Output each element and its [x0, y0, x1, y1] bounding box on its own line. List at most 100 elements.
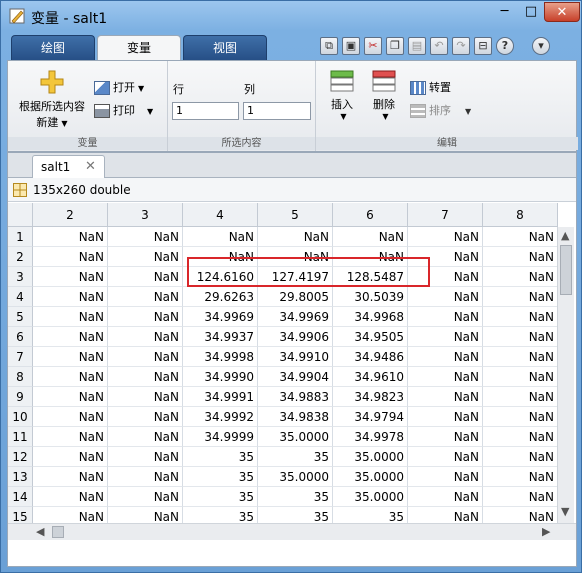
grid-cell[interactable]: NaN	[483, 427, 558, 447]
grid-cell[interactable]: NaN	[33, 347, 108, 367]
grid-cell[interactable]: 35	[183, 447, 258, 467]
grid-cell[interactable]: 35	[258, 447, 333, 467]
column-header[interactable]: 2	[33, 203, 108, 227]
row-header[interactable]: 5	[8, 307, 33, 327]
tab-plots[interactable]: 绘图	[11, 35, 95, 60]
scroll-right-icon[interactable]: ▶	[542, 525, 550, 538]
row-header[interactable]: 14	[8, 487, 33, 507]
grid-cell[interactable]: 34.9968	[333, 307, 408, 327]
grid-cell[interactable]: 34.9486	[333, 347, 408, 367]
grid-cell[interactable]: NaN	[408, 387, 483, 407]
grid-cell[interactable]: 35	[333, 507, 408, 523]
horizontal-scroll-thumb[interactable]	[52, 526, 64, 538]
grid-cell[interactable]: NaN	[483, 487, 558, 507]
grid-cell[interactable]: NaN	[108, 367, 183, 387]
grid-cell[interactable]: 34.9992	[183, 407, 258, 427]
grid-cell[interactable]: NaN	[408, 287, 483, 307]
grid-cell[interactable]: 35.0000	[333, 487, 408, 507]
grid-cell[interactable]: NaN	[33, 247, 108, 267]
grid-cell[interactable]: 34.9794	[333, 407, 408, 427]
minimize-button[interactable]: ─	[491, 2, 518, 22]
grid-cell[interactable]: 34.9610	[333, 367, 408, 387]
grid-cell[interactable]: 34.9999	[183, 427, 258, 447]
grid-cell[interactable]: 34.9978	[333, 427, 408, 447]
grid-cell[interactable]: 34.9969	[258, 307, 333, 327]
grid-cell[interactable]: 34.9969	[183, 307, 258, 327]
grid-cell[interactable]: NaN	[483, 507, 558, 523]
save-icon[interactable]: ▣	[342, 37, 360, 55]
grid-cell[interactable]: NaN	[408, 487, 483, 507]
grid-cell[interactable]: 34.9838	[258, 407, 333, 427]
grid-cell[interactable]: NaN	[483, 287, 558, 307]
grid-cell[interactable]: 34.9505	[333, 327, 408, 347]
column-header[interactable]: 6	[333, 203, 408, 227]
grid-cell[interactable]: NaN	[108, 427, 183, 447]
grid-cell[interactable]: NaN	[483, 307, 558, 327]
row-header[interactable]: 13	[8, 467, 33, 487]
grid-cell[interactable]: 34.9991	[183, 387, 258, 407]
column-header[interactable]: 8	[483, 203, 558, 227]
cut-icon[interactable]: ✂	[364, 37, 382, 55]
grid-cell[interactable]: NaN	[33, 367, 108, 387]
grid-cell[interactable]: NaN	[483, 387, 558, 407]
vertical-scroll-thumb[interactable]	[560, 245, 572, 295]
grid-cell[interactable]: 35	[183, 487, 258, 507]
grid-cell[interactable]: NaN	[408, 427, 483, 447]
grid-cell[interactable]: 29.6263	[183, 287, 258, 307]
new-window-icon[interactable]: ⧉	[320, 37, 338, 55]
column-header[interactable]: 5	[258, 203, 333, 227]
tab-variable[interactable]: 变量	[97, 35, 181, 60]
close-button[interactable]: ✕	[544, 2, 580, 22]
grid-cell[interactable]: NaN	[408, 347, 483, 367]
grid-cell[interactable]: NaN	[408, 467, 483, 487]
row-header[interactable]: 15	[8, 507, 33, 523]
grid-cell[interactable]: 34.9910	[258, 347, 333, 367]
open-button[interactable]: 打开 ▼	[94, 79, 144, 97]
grid-cell[interactable]: NaN	[33, 447, 108, 467]
maximize-button[interactable]: □	[518, 2, 544, 22]
transpose-button[interactable]: 转置	[410, 79, 451, 97]
grid-cell[interactable]: NaN	[33, 487, 108, 507]
row-header[interactable]: 8	[8, 367, 33, 387]
grid-cell[interactable]: 35.0000	[333, 467, 408, 487]
grid-cell[interactable]: NaN	[108, 407, 183, 427]
vertical-scrollbar[interactable]: ▲ ▼	[557, 227, 574, 523]
grid-cell[interactable]: NaN	[108, 307, 183, 327]
row-header[interactable]: 11	[8, 427, 33, 447]
row-header[interactable]: 3	[8, 267, 33, 287]
grid-cell[interactable]: NaN	[408, 407, 483, 427]
grid-cell[interactable]: NaN	[108, 267, 183, 287]
column-header[interactable]: 7	[408, 203, 483, 227]
scroll-left-icon[interactable]: ◀	[36, 525, 44, 538]
grid-cell[interactable]: NaN	[108, 227, 183, 247]
grid-cell[interactable]: NaN	[33, 427, 108, 447]
horizontal-scrollbar[interactable]: ◀ ▶	[8, 523, 576, 540]
grid-cell[interactable]: NaN	[483, 447, 558, 467]
grid-cell[interactable]: 34.9883	[258, 387, 333, 407]
grid-cell[interactable]: NaN	[33, 407, 108, 427]
row-header[interactable]: 6	[8, 327, 33, 347]
grid-cell[interactable]: 34.9904	[258, 367, 333, 387]
column-header[interactable]: 3	[108, 203, 183, 227]
row-header[interactable]: 10	[8, 407, 33, 427]
grid-cell[interactable]: NaN	[483, 467, 558, 487]
grid-cell[interactable]: NaN	[33, 307, 108, 327]
ribbon-menu-icon[interactable]: ▾	[532, 37, 550, 55]
grid-cell[interactable]: 34.9937	[183, 327, 258, 347]
new-from-selection-button[interactable]: 根据所选内容 新建 ▼	[12, 69, 92, 130]
grid-cell[interactable]: NaN	[333, 227, 408, 247]
scroll-down-icon[interactable]: ▼	[561, 505, 569, 518]
row-header[interactable]: 7	[8, 347, 33, 367]
grid-cell[interactable]: NaN	[108, 467, 183, 487]
help-icon[interactable]: ?	[496, 37, 514, 55]
document-tab-salt1[interactable]: salt1 ✕	[32, 155, 105, 178]
grid-cell[interactable]: NaN	[483, 267, 558, 287]
row-header[interactable]: 1	[8, 227, 33, 247]
grid-cell[interactable]: NaN	[33, 267, 108, 287]
grid-cell[interactable]: 35	[183, 467, 258, 487]
grid-cell[interactable]: 35	[258, 487, 333, 507]
grid-corner[interactable]	[8, 203, 33, 227]
grid-cell[interactable]: NaN	[483, 407, 558, 427]
copy-icon[interactable]: ❐	[386, 37, 404, 55]
close-tab-icon[interactable]: ✕	[85, 159, 96, 174]
